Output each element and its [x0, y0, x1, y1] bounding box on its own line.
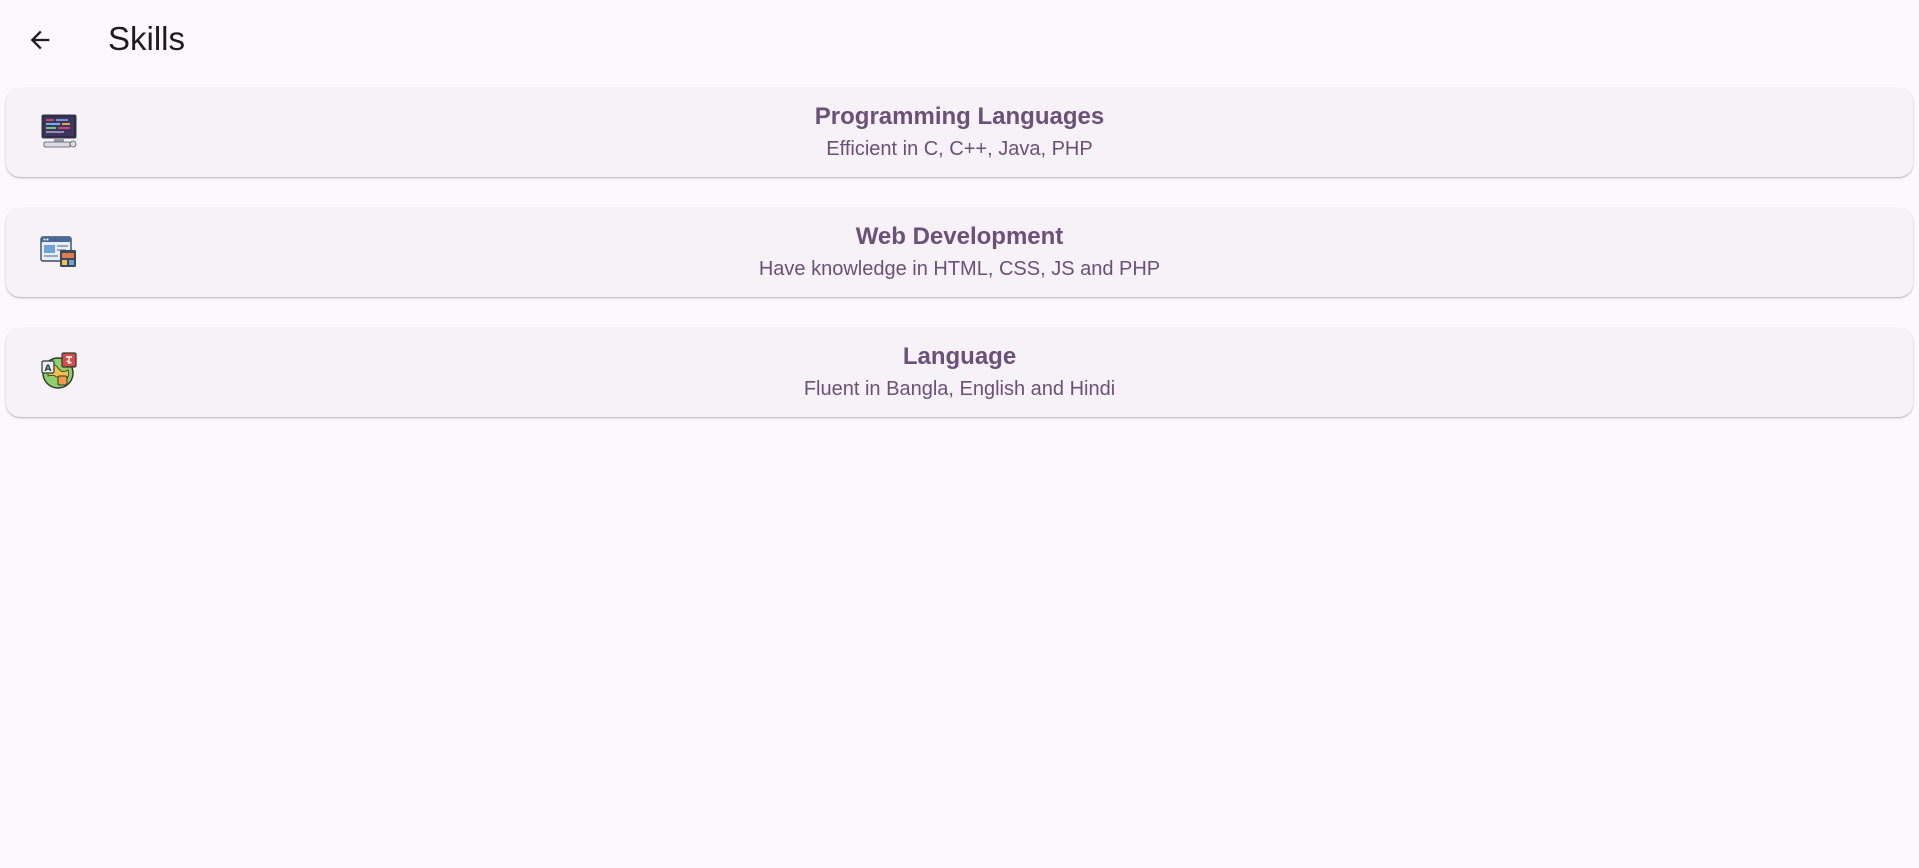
- skill-card-language[interactable]: A Language Fluent in Bangla, English and…: [6, 328, 1913, 417]
- app-bar: Skills: [0, 0, 1919, 80]
- arrow-left-icon: [30, 30, 50, 50]
- skill-title: Programming Languages: [814, 103, 1105, 130]
- skill-subtitle: Have knowledge in HTML, CSS, JS and PHP: [758, 258, 1161, 280]
- back-button[interactable]: [16, 16, 64, 64]
- skills-list: Programming Languages Efficient in C, C+…: [6, 88, 1913, 448]
- skill-subtitle: Fluent in Bangla, English and Hindi: [803, 378, 1116, 400]
- skill-card-programming-languages[interactable]: Programming Languages Efficient in C, C+…: [6, 88, 1913, 177]
- page-title: Skills: [108, 20, 186, 57]
- skill-title: Language: [902, 343, 1017, 370]
- skill-title: Web Development: [855, 223, 1064, 250]
- skill-text: Web Development Have knowledge in HTML, …: [6, 222, 1913, 282]
- skill-subtitle: Efficient in C, C++, Java, PHP: [826, 138, 1093, 160]
- skill-text: Programming Languages Efficient in C, C+…: [6, 102, 1913, 162]
- skill-card-web-development[interactable]: Web Development Have knowledge in HTML, …: [6, 208, 1913, 297]
- skill-text: Language Fluent in Bangla, English and H…: [6, 342, 1913, 402]
